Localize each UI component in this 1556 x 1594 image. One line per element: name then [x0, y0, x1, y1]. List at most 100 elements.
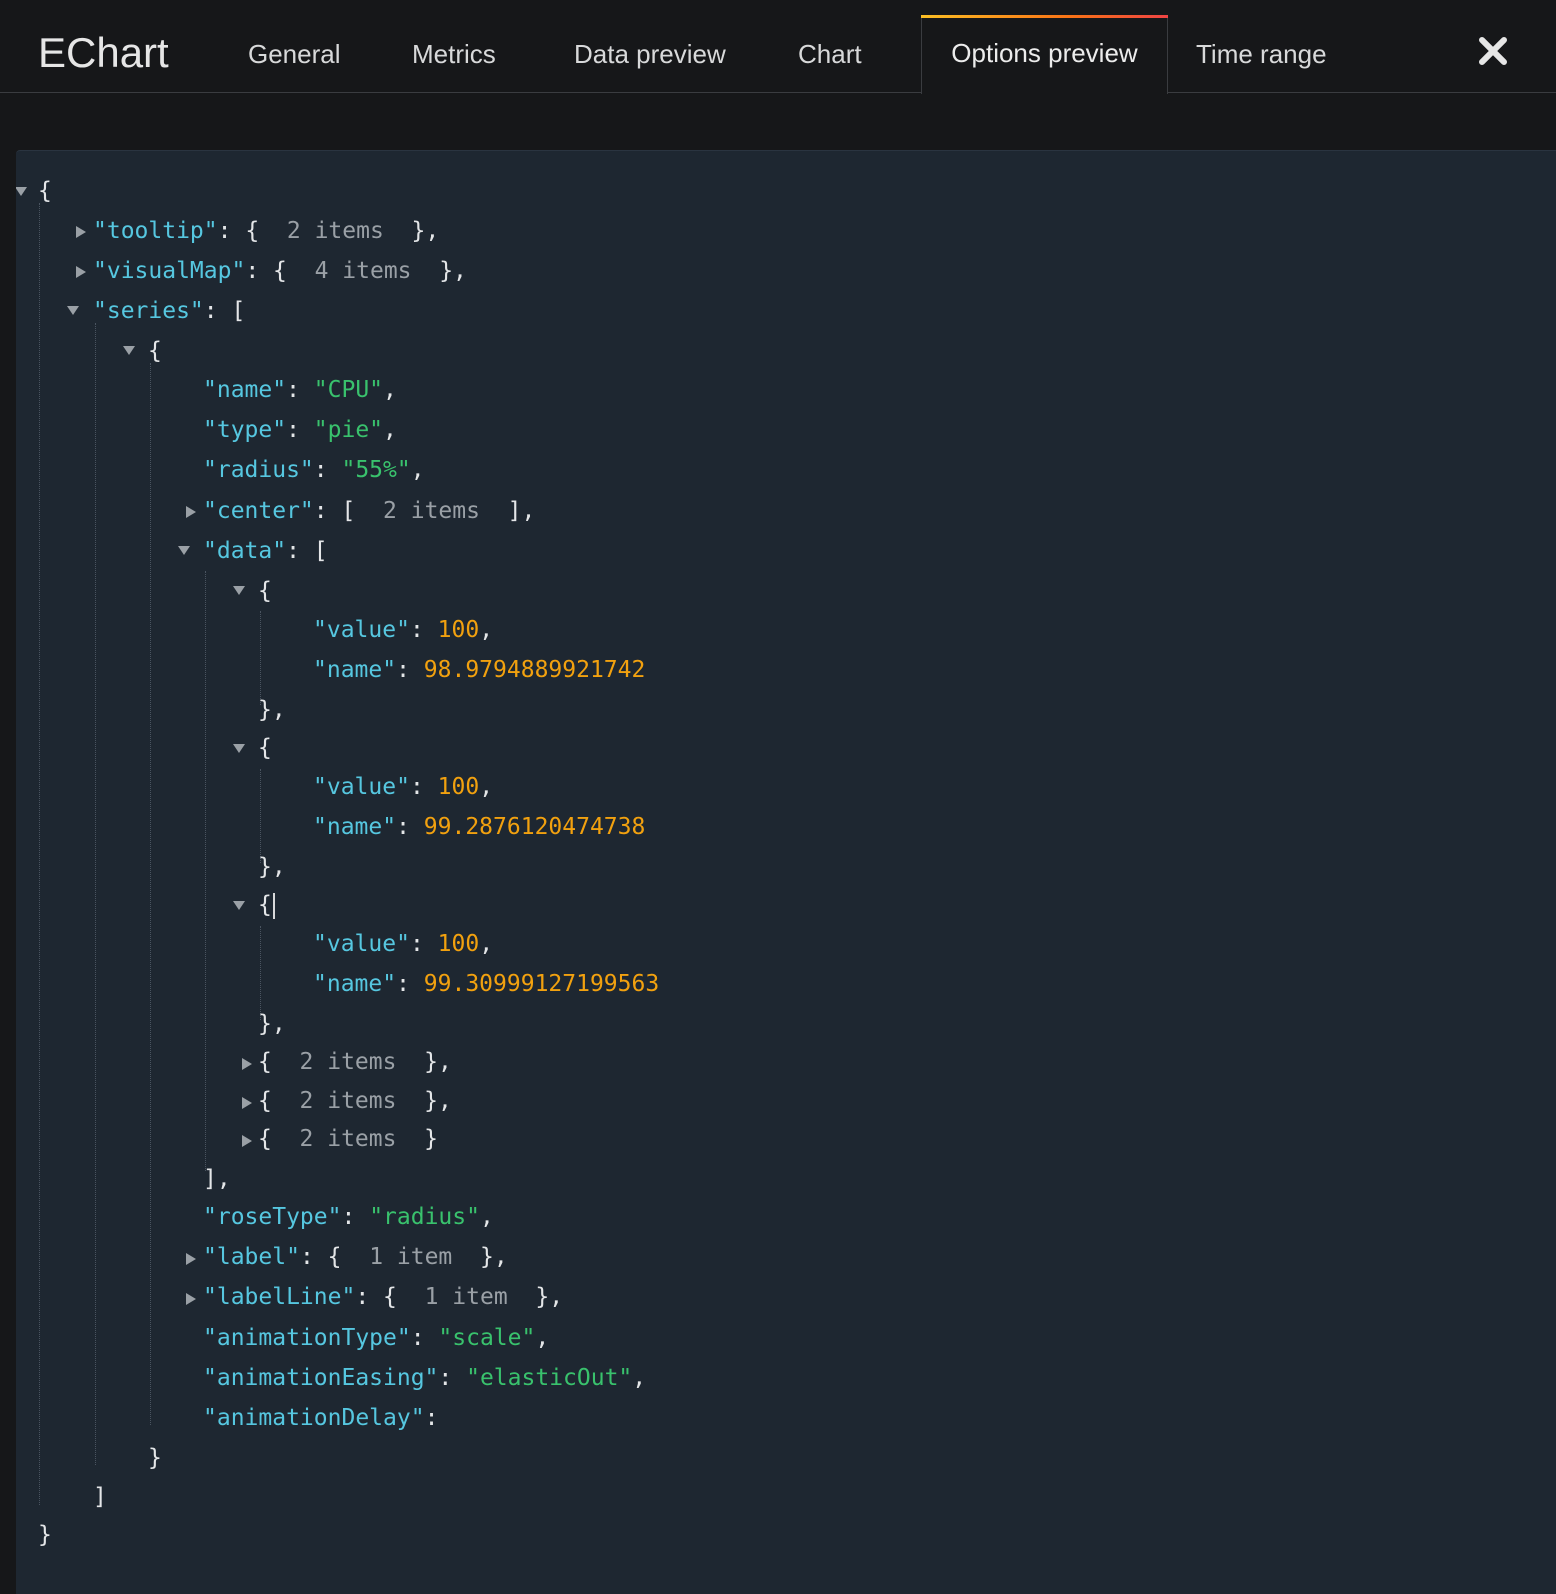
caret-right-icon[interactable] [240, 1096, 254, 1110]
json-line-data-item-close: }, [258, 1011, 286, 1037]
collapsed-count-visualmap: 4 items [314, 258, 412, 284]
json-line-data-item-collapsed[interactable]: { 2 items } [258, 1121, 438, 1157]
json-line-data: "data": [ [203, 538, 328, 564]
json-number-name: 98.9794889921742 [423, 657, 646, 683]
json-line-series-item-close: } [148, 1445, 162, 1471]
tab-time-range[interactable]: Time range [1196, 36, 1327, 72]
caret-right-icon[interactable] [184, 1252, 198, 1266]
caret-right-icon[interactable] [184, 1292, 198, 1306]
json-line-data-item-close: }, [258, 854, 286, 880]
json-line-name: "name": "CPU", [203, 377, 397, 403]
caret-right-icon[interactable] [240, 1134, 254, 1148]
caret-down-icon[interactable] [66, 303, 80, 317]
json-line-visualmap[interactable]: "visualMap": { 4 items }, [93, 253, 467, 289]
app-title: EChart [38, 29, 169, 76]
json-key-labelline: "labelLine" [203, 1284, 356, 1310]
json-value-name: "CPU" [313, 377, 384, 403]
tab-data-preview[interactable]: Data preview [574, 36, 726, 72]
tab-general[interactable]: General [248, 36, 341, 72]
json-key-radius: "radius" [203, 457, 314, 483]
indent-guide [95, 323, 96, 1465]
json-line-series-close: ] [93, 1484, 107, 1510]
json-key-label: "label" [203, 1244, 300, 1270]
json-key-data: "data" [203, 538, 287, 564]
json-line-data-item-close: }, [258, 697, 286, 723]
indent-guide [150, 363, 151, 1425]
caret-right-icon[interactable] [184, 505, 198, 519]
json-number-name: 99.2876120474738 [423, 814, 646, 840]
collapsed-count-tooltip: 2 items [286, 218, 384, 244]
json-number-value: 100 [437, 931, 480, 957]
json-line-type: "type": "pie", [203, 417, 397, 443]
caret-down-icon[interactable] [232, 583, 246, 597]
caret-down-icon[interactable] [232, 898, 246, 912]
json-key-name: "name" [313, 657, 397, 683]
collapsed-count-center: 2 items [383, 498, 480, 524]
json-line-series-item-open: { [148, 338, 162, 364]
json-line-animationdelay: "animationDelay": [203, 1405, 439, 1431]
json-line-data-close: ], [203, 1166, 231, 1192]
json-line-root-open: { [38, 178, 52, 204]
json-value-rosetype: "radius" [369, 1204, 480, 1230]
caret-down-icon[interactable] [232, 741, 246, 755]
json-options-viewer: { "tooltip": { 2 items }, "visualMap": {… [16, 150, 1556, 1594]
json-line-tooltip[interactable]: "tooltip": { 2 items }, [93, 213, 439, 249]
json-line-data-item-open[interactable]: { [258, 887, 275, 923]
json-line-data-item-name: "name": 99.2876120474738 [313, 814, 646, 840]
collapsed-count-label: 1 item [369, 1244, 453, 1270]
json-number-value: 100 [437, 617, 480, 643]
caret-down-icon[interactable] [16, 184, 28, 198]
tab-chart[interactable]: Chart [798, 36, 862, 72]
collapsed-count: 2 items [299, 1049, 397, 1075]
json-key-type: "type" [203, 417, 287, 443]
text-cursor [272, 892, 275, 919]
json-line-animationtype: "animationType": "scale", [203, 1325, 550, 1351]
json-line-series: "series": [ [93, 298, 246, 324]
caret-right-icon[interactable] [74, 225, 88, 239]
json-key-animationeasing: "animationEasing" [203, 1365, 439, 1391]
collapsed-count: 2 items [299, 1088, 397, 1114]
json-key-name: "name" [313, 971, 397, 997]
caret-down-icon[interactable] [177, 543, 191, 557]
json-key-animationdelay: "animationDelay" [203, 1405, 425, 1431]
caret-right-icon[interactable] [74, 265, 88, 279]
collapsed-count-labelline: 1 item [424, 1284, 508, 1310]
indent-guide [205, 571, 206, 1171]
json-value-type: "pie" [313, 417, 384, 443]
json-key-value: "value" [313, 774, 410, 800]
json-key-name: "name" [313, 814, 397, 840]
tab-options-preview-label: Options preview [951, 38, 1138, 68]
json-key-name: "name" [203, 377, 287, 403]
json-line-data-item-open: { [258, 578, 272, 604]
json-number-value: 100 [437, 774, 480, 800]
json-key-series: "series" [93, 298, 204, 324]
json-line-data-item-value: "value": 100, [313, 931, 494, 957]
json-line-animationeasing: "animationEasing": "elasticOut", [203, 1365, 647, 1391]
close-icon[interactable] [1476, 34, 1510, 68]
json-line-root-close: } [38, 1522, 52, 1548]
json-line-data-item-open: { [258, 735, 272, 761]
json-line-data-item-name: "name": 98.9794889921742 [313, 657, 646, 683]
json-line-data-item-collapsed[interactable]: { 2 items }, [258, 1083, 452, 1119]
json-value-radius: "55%" [341, 457, 411, 483]
json-key-visualmap: "visualMap" [93, 258, 246, 284]
tab-metrics[interactable]: Metrics [412, 36, 496, 72]
json-key-rosetype: "roseType" [203, 1204, 342, 1230]
json-value-animationtype: "scale" [438, 1325, 536, 1351]
indent-guide [39, 203, 40, 1505]
caret-right-icon[interactable] [240, 1057, 254, 1071]
indent-guide [260, 611, 261, 705]
tab-options-preview[interactable]: Options preview [921, 15, 1168, 94]
json-line-data-item-value: "value": 100, [313, 617, 494, 643]
json-value-animationeasing: "elasticOut" [466, 1365, 633, 1391]
json-line-data-item-collapsed[interactable]: { 2 items }, [258, 1044, 452, 1080]
json-line-data-item-name: "name": 99.30999127199563 [313, 971, 660, 997]
json-line-data-item-value: "value": 100, [313, 774, 494, 800]
collapsed-count: 2 items [299, 1126, 397, 1152]
json-line-labelline[interactable]: "labelLine": { 1 item }, [203, 1279, 563, 1315]
json-key-value: "value" [313, 617, 410, 643]
panel-editor-header: EChart General Metrics Data preview Char… [0, 0, 1556, 94]
json-line-center[interactable]: "center": [ 2 items ], [203, 493, 535, 529]
json-line-label[interactable]: "label": { 1 item }, [203, 1239, 508, 1275]
caret-down-icon[interactable] [122, 343, 136, 357]
